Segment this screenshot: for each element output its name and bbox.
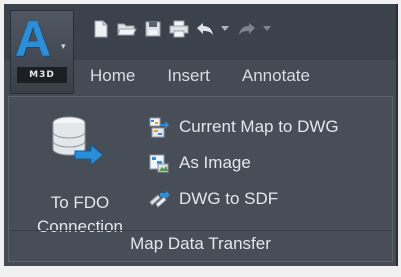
redo-dropdown-icon[interactable] xyxy=(262,18,272,40)
dwg-to-sdf-label: DWG to SDF xyxy=(179,189,279,208)
product-tag: M3D xyxy=(17,67,67,83)
print-icon[interactable] xyxy=(168,18,190,40)
undo-dropdown-icon[interactable] xyxy=(220,18,230,40)
dwg-to-sdf-button[interactable]: DWG to SDF xyxy=(147,185,278,213)
open-icon[interactable] xyxy=(116,18,138,40)
new-icon[interactable] xyxy=(90,18,112,40)
quick-access-toolbar xyxy=(90,16,276,42)
undo-icon[interactable] xyxy=(194,18,216,40)
tab-insert[interactable]: Insert xyxy=(151,62,226,90)
application-menu-button[interactable]: A ▾ M3D xyxy=(10,10,74,94)
tab-home[interactable]: Home xyxy=(84,62,151,90)
ribbon-edge xyxy=(396,4,398,266)
as-image-button[interactable]: As Image xyxy=(147,149,251,177)
tab-annotate[interactable]: Annotate xyxy=(226,62,326,90)
to-fdo-connection-button[interactable]: To FDO Connection xyxy=(21,113,131,236)
current-map-to-dwg-button[interactable]: Current Map to DWG xyxy=(147,113,339,141)
map-data-transfer-panel: To FDO Connection Current Map to DWG As … xyxy=(8,96,393,262)
save-icon[interactable] xyxy=(142,18,164,40)
app-logo-icon: A xyxy=(15,11,52,67)
chevron-down-icon: ▾ xyxy=(61,41,66,51)
ribbon-tabs: Home Insert Annotate xyxy=(84,62,326,90)
ribbon-window: A ▾ M3D Home Insert Annotate To FDO Conn… xyxy=(4,4,398,266)
panel-title[interactable]: Map Data Transfer xyxy=(9,231,392,257)
dwg-to-sdf-icon xyxy=(147,187,171,211)
image-icon xyxy=(147,151,171,175)
as-image-label: As Image xyxy=(179,153,251,172)
map-to-dwg-icon xyxy=(147,115,171,139)
database-export-icon xyxy=(49,113,105,174)
redo-icon[interactable] xyxy=(236,18,258,40)
current-map-to-dwg-label: Current Map to DWG xyxy=(179,117,339,136)
